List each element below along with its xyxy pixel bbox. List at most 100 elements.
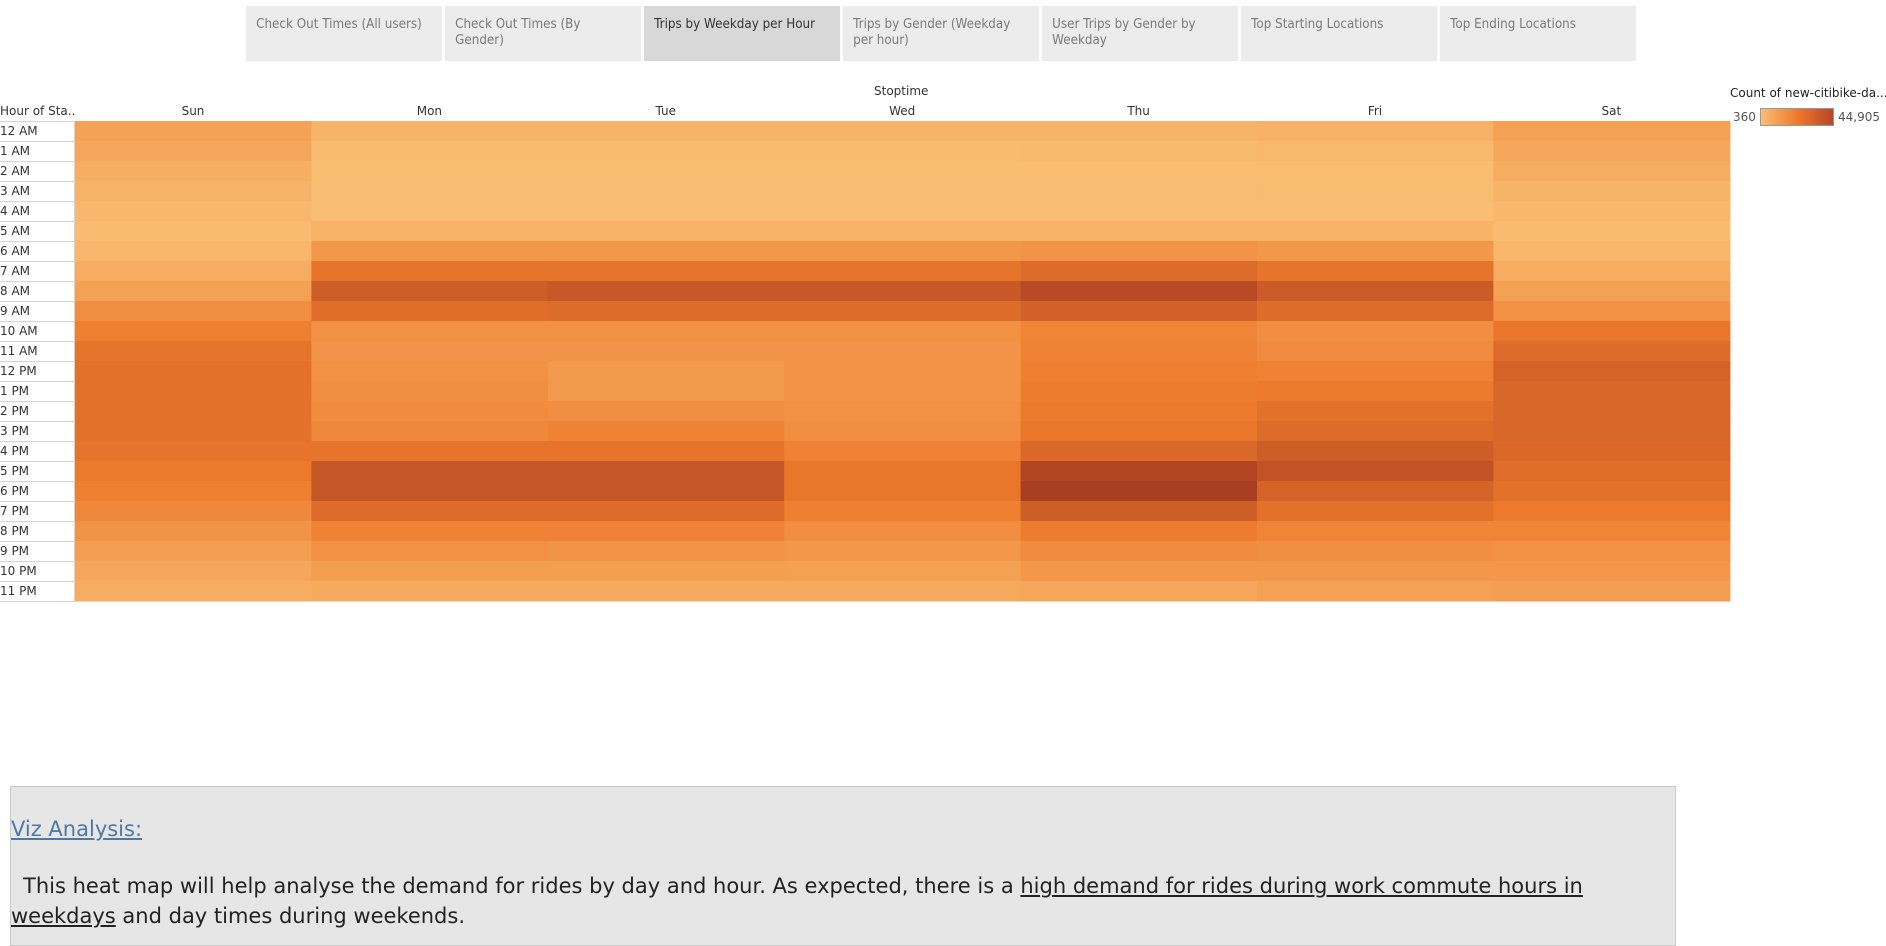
heatmap-cell-wed-12pm[interactable] [784,361,1022,382]
heatmap-cell-wed-1am[interactable] [784,141,1022,162]
heatmap-cell-fri-7pm[interactable] [1257,501,1494,522]
heatmap-cell-fri-2am[interactable] [1257,161,1494,182]
heatmap-cell-tue-3pm[interactable] [547,421,785,442]
heatmap-cell-sun-12pm[interactable] [75,361,312,382]
heatmap-cell-sat-7am[interactable] [1493,261,1731,282]
heatmap-cell-fri-2pm[interactable] [1257,401,1494,422]
heatmap-cell-sun-4pm[interactable] [75,441,312,462]
heatmap-cell-sun-8am[interactable] [75,281,312,302]
heatmap-cell-mon-6am[interactable] [311,241,549,262]
heatmap-cell-thu-9pm[interactable] [1020,541,1258,562]
heatmap-cell-wed-9pm[interactable] [784,541,1022,562]
heatmap-cell-fri-3am[interactable] [1257,181,1494,202]
heatmap-cell-mon-5am[interactable] [311,221,549,242]
heatmap-cell-sun-8pm[interactable] [75,521,312,542]
heatmap-cell-tue-11pm[interactable] [547,581,785,602]
heatmap-cell-fri-6pm[interactable] [1257,481,1494,502]
heatmap-cell-mon-7pm[interactable] [311,501,549,522]
heatmap-cell-sun-6pm[interactable] [75,481,312,502]
heatmap-cell-mon-6pm[interactable] [311,481,549,502]
heatmap-cell-fri-6am[interactable] [1257,241,1494,262]
heatmap-cell-fri-11am[interactable] [1257,341,1494,362]
heatmap-cell-sat-1pm[interactable] [1493,381,1731,402]
heatmap-cell-wed-6pm[interactable] [784,481,1022,502]
heatmap-cell-fri-1pm[interactable] [1257,381,1494,402]
heatmap-cell-mon-12pm[interactable] [311,361,549,382]
heatmap-cell-thu-2pm[interactable] [1020,401,1258,422]
heatmap-cell-sat-10pm[interactable] [1493,561,1731,582]
heatmap-cell-wed-5pm[interactable] [784,461,1022,482]
heatmap-cell-fri-5pm[interactable] [1257,461,1494,482]
heatmap-cell-wed-7pm[interactable] [784,501,1022,522]
heatmap-cell-mon-1pm[interactable] [311,381,549,402]
heatmap-cell-thu-7pm[interactable] [1020,501,1258,522]
heatmap-cell-sat-11am[interactable] [1493,341,1731,362]
heatmap-cell-wed-3pm[interactable] [784,421,1022,442]
heatmap-cell-wed-2am[interactable] [784,161,1022,182]
heatmap-cell-fri-11pm[interactable] [1257,581,1494,602]
heatmap-cell-sun-1am[interactable] [75,141,312,162]
heatmap-cell-thu-7am[interactable] [1020,261,1258,282]
heatmap-cell-tue-2pm[interactable] [547,401,785,422]
heatmap-cell-tue-9pm[interactable] [547,541,785,562]
heatmap-cell-sat-12am[interactable] [1493,121,1731,142]
heatmap-cell-thu-5am[interactable] [1020,221,1258,242]
heatmap-cell-tue-4am[interactable] [547,201,785,222]
heatmap-cell-thu-6am[interactable] [1020,241,1258,262]
heatmap-cell-sat-10am[interactable] [1493,321,1731,342]
heatmap-cell-mon-9pm[interactable] [311,541,549,562]
heatmap-cell-thu-1am[interactable] [1020,141,1258,162]
heatmap-cell-sun-11pm[interactable] [75,581,312,602]
heatmap-cell-sat-12pm[interactable] [1493,361,1731,382]
heatmap-cell-thu-4pm[interactable] [1020,441,1258,462]
heatmap-cell-thu-10pm[interactable] [1020,561,1258,582]
heatmap-cell-mon-10pm[interactable] [311,561,549,582]
heatmap-cell-wed-3am[interactable] [784,181,1022,202]
heatmap-cell-tue-3am[interactable] [547,181,785,202]
heatmap-cell-tue-6am[interactable] [547,241,785,262]
heatmap-cell-wed-10pm[interactable] [784,561,1022,582]
heatmap-cell-mon-2pm[interactable] [311,401,549,422]
heatmap-cell-tue-7am[interactable] [547,261,785,282]
heatmap-cell-sun-7pm[interactable] [75,501,312,522]
heatmap-cell-wed-5am[interactable] [784,221,1022,242]
heatmap-cell-sat-8am[interactable] [1493,281,1731,302]
heatmap-cell-sun-3am[interactable] [75,181,312,202]
heatmap-cell-thu-3pm[interactable] [1020,421,1258,442]
heatmap-cell-mon-3am[interactable] [311,181,549,202]
heatmap-cell-sun-4am[interactable] [75,201,312,222]
heatmap-cell-mon-11pm[interactable] [311,581,549,602]
heatmap-cell-mon-2am[interactable] [311,161,549,182]
heatmap-cell-thu-5pm[interactable] [1020,461,1258,482]
heatmap-cell-tue-9am[interactable] [547,301,785,322]
heatmap-cell-thu-2am[interactable] [1020,161,1258,182]
heatmap-cell-mon-12am[interactable] [311,121,549,142]
heatmap-cell-sat-11pm[interactable] [1493,581,1731,602]
heatmap-cell-sat-9pm[interactable] [1493,541,1731,562]
heatmap-cell-fri-7am[interactable] [1257,261,1494,282]
heatmap-cell-sun-1pm[interactable] [75,381,312,402]
heatmap-cell-thu-3am[interactable] [1020,181,1258,202]
heatmap-cell-wed-7am[interactable] [784,261,1022,282]
heatmap-cell-fri-8pm[interactable] [1257,521,1494,542]
heatmap-cell-mon-1am[interactable] [311,141,549,162]
heatmap-cell-fri-9am[interactable] [1257,301,1494,322]
heatmap-cell-tue-7pm[interactable] [547,501,785,522]
heatmap-cell-wed-11am[interactable] [784,341,1022,362]
heatmap-cell-sat-6am[interactable] [1493,241,1731,262]
heatmap-cell-thu-12am[interactable] [1020,121,1258,142]
heatmap-cell-mon-8pm[interactable] [311,521,549,542]
heatmap-cell-tue-2am[interactable] [547,161,785,182]
heatmap-cell-sat-3am[interactable] [1493,181,1731,202]
heatmap-cell-thu-11pm[interactable] [1020,581,1258,602]
heatmap-cell-fri-5am[interactable] [1257,221,1494,242]
heatmap-cell-tue-8am[interactable] [547,281,785,302]
heatmap-cell-fri-4pm[interactable] [1257,441,1494,462]
heatmap-cell-sun-2pm[interactable] [75,401,312,422]
heatmap-cell-mon-3pm[interactable] [311,421,549,442]
heatmap-cell-sun-11am[interactable] [75,341,312,362]
heatmap-cell-tue-4pm[interactable] [547,441,785,462]
heatmap-cell-fri-8am[interactable] [1257,281,1494,302]
heatmap-cell-tue-12am[interactable] [547,121,785,142]
heatmap-cell-sun-6am[interactable] [75,241,312,262]
